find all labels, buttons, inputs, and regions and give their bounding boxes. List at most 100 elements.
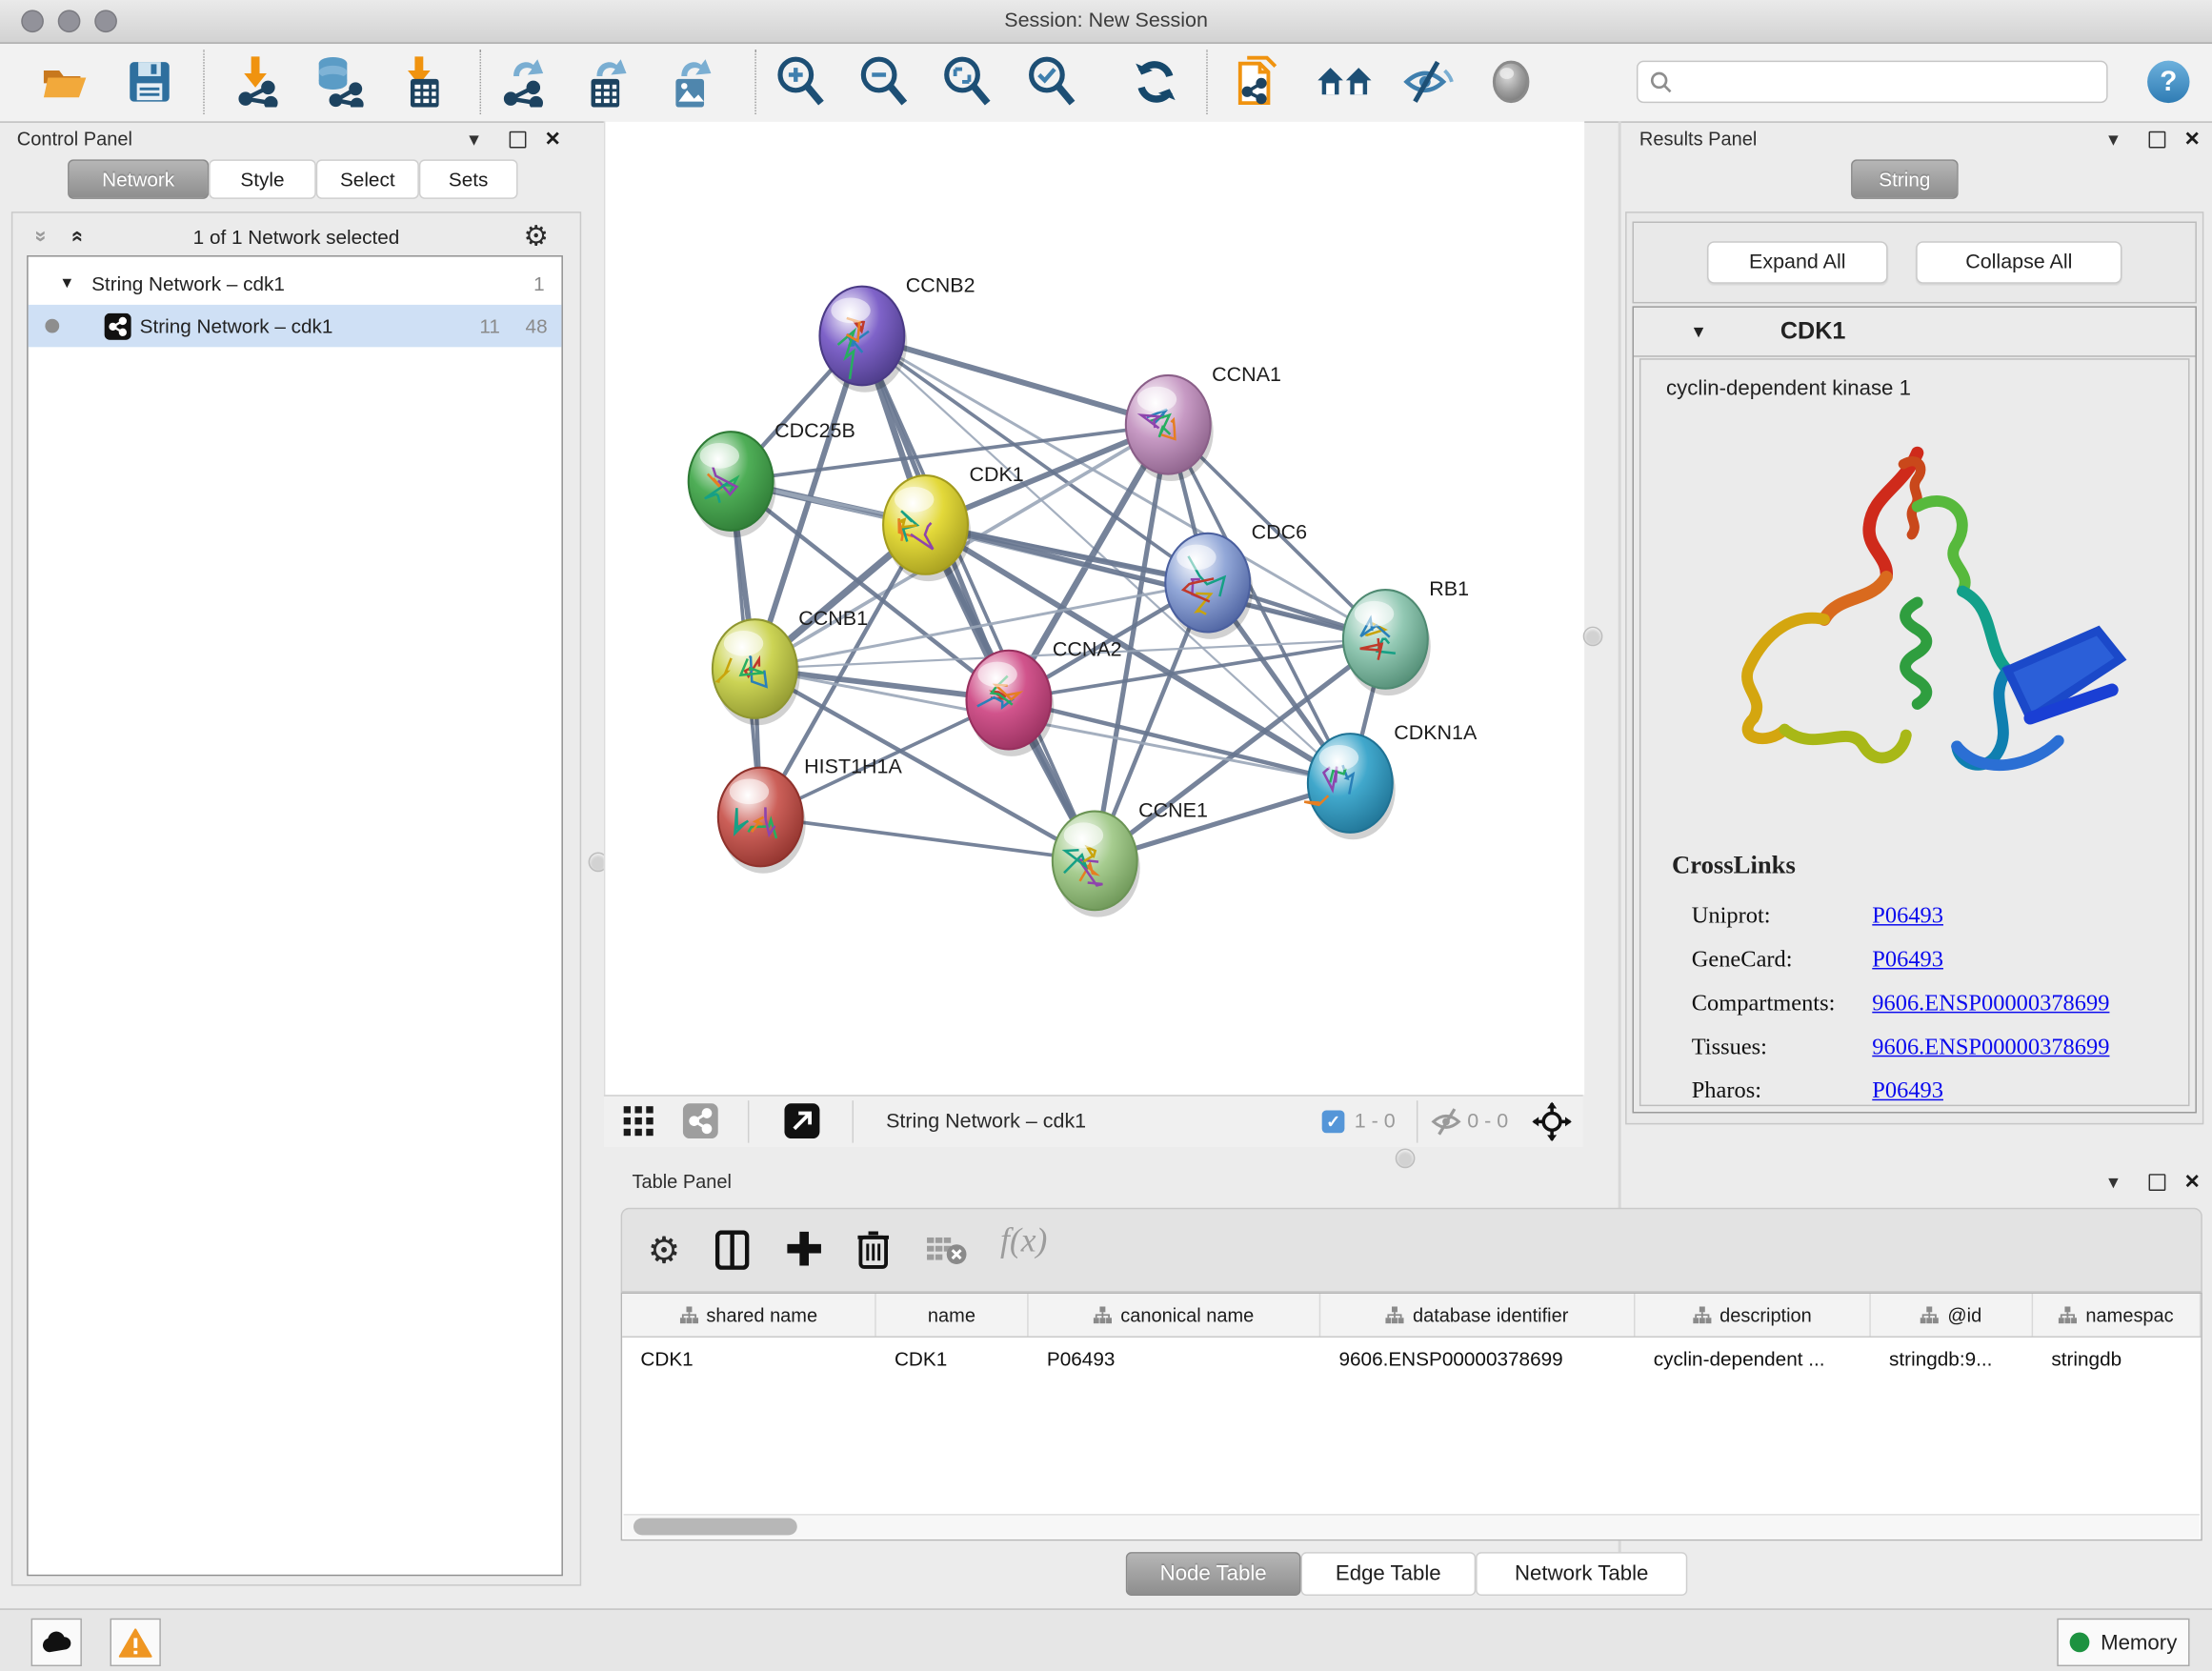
add-column-button[interactable] [786, 1230, 823, 1274]
selected-nodes-checkbox[interactable]: ✓ [1322, 1111, 1345, 1134]
network-view-toolbar: String Network – cdk1 ✓ 1 - 0 0 - 0 [604, 1095, 1583, 1147]
hide-selected-button[interactable] [1397, 50, 1458, 112]
results-panel-maximize-icon[interactable] [2149, 131, 2166, 149]
import-table-icon [399, 56, 447, 107]
gene-collapse-icon[interactable]: ▼ [1690, 322, 1707, 342]
node-label-CDK1: CDK1 [969, 463, 1023, 486]
tab-network-table[interactable]: Network Table [1476, 1552, 1687, 1596]
zoom-in-button[interactable] [769, 50, 831, 112]
node-CDKN1A[interactable]: CDKN1A [1304, 721, 1478, 839]
help-icon: ? [2160, 66, 2177, 98]
expand-all-button[interactable]: Expand All [1707, 241, 1888, 283]
right-splitter-handle[interactable] [1583, 627, 1603, 647]
clear-table-button[interactable] [927, 1238, 969, 1273]
zoom-out-button[interactable] [853, 50, 915, 112]
network-options-gear-icon[interactable]: ⚙ [523, 223, 549, 252]
memory-button[interactable]: Memory [2057, 1619, 2189, 1666]
refresh-icon [1132, 58, 1179, 106]
table-panel-float-icon[interactable]: ▼ [2105, 1173, 2122, 1193]
crosslink-link[interactable]: 9606.ENSP00000378699 [1872, 1032, 2109, 1060]
edge-CCNB2-CCNE1[interactable] [862, 335, 1095, 860]
tab-style[interactable]: Style [209, 159, 316, 198]
control-panel: Control Panel ▼ ✕ Network Style Select S… [0, 121, 590, 1594]
help-button[interactable]: ? [2147, 61, 2189, 103]
crosslink-link[interactable]: 9606.ENSP00000378699 [1872, 988, 2109, 1017]
column-header-namespac[interactable]: namespac [2033, 1294, 2201, 1336]
column-header-description[interactable]: description [1635, 1294, 1870, 1336]
show-columns-button[interactable] [715, 1230, 750, 1277]
hidden-items-indicator [1431, 1108, 1465, 1143]
gene-card-header[interactable]: ▼ CDK1 [1634, 308, 2195, 357]
import-table-button[interactable] [392, 50, 454, 112]
network-graph[interactable]: CCNB2CCNA1CDC25BCDK1CDC6RB1CCNB1CCNA2CDK… [605, 121, 1584, 1095]
home-networks-button[interactable] [1314, 50, 1376, 112]
column-header-shared-name[interactable]: shared name [622, 1294, 876, 1336]
cloud-status-button[interactable] [31, 1619, 82, 1666]
save-session-button[interactable] [118, 50, 180, 112]
edge-CCNB2-CCNA1[interactable] [862, 335, 1168, 424]
delete-column-button[interactable] [856, 1227, 891, 1277]
crosslink-link[interactable]: P06493 [1872, 1076, 1943, 1104]
share-document-button[interactable] [1229, 50, 1291, 112]
zoom-fit-button[interactable] [935, 50, 997, 112]
column-header-canonical-name[interactable]: canonical name [1029, 1294, 1321, 1336]
column-type-icon [679, 1306, 697, 1324]
tab-node-table[interactable]: Node Table [1126, 1552, 1301, 1596]
table-row[interactable]: CDK1CDK1P064939606.ENSP00000378699cyclin… [622, 1338, 2201, 1379]
column-header-@id[interactable]: @id [1871, 1294, 2033, 1336]
network-overview-toggle[interactable] [683, 1103, 718, 1145]
tab-select[interactable]: Select [316, 159, 419, 198]
tab-edge-table[interactable]: Edge Table [1300, 1552, 1476, 1596]
scrollbar-thumb[interactable] [633, 1519, 797, 1536]
crosslink-label: Uniprot: [1692, 901, 1873, 930]
search-input[interactable] [1637, 61, 2108, 103]
open-in-new-window-button[interactable] [784, 1103, 819, 1145]
network-collection-row[interactable]: ▼ String Network – cdk1 1 [29, 262, 562, 304]
control-panel-close-icon[interactable]: ✕ [545, 127, 561, 151]
node-CCNE1[interactable]: CCNE1 [1053, 798, 1208, 916]
collapse-all-button[interactable]: Collapse All [1916, 241, 2122, 283]
table-cell: stringdb [2033, 1338, 2201, 1379]
collection-expand-icon[interactable]: ▼ [59, 275, 74, 292]
table-horizontal-scrollbar[interactable] [624, 1514, 2200, 1538]
export-image-button[interactable] [660, 50, 722, 112]
crosslink-row: Uniprot:P06493 [1692, 893, 2172, 936]
table-panel-maximize-icon[interactable] [2149, 1174, 2166, 1191]
table-panel-close-icon[interactable]: ✕ [2184, 1170, 2201, 1194]
pan-mode-button[interactable] [1532, 1102, 1571, 1149]
results-panel-float-icon[interactable]: ▼ [2105, 130, 2122, 150]
results-panel-close-icon[interactable]: ✕ [2184, 127, 2201, 151]
network-row-selected[interactable]: String Network – cdk1 11 48 [29, 305, 562, 347]
control-panel-float-icon[interactable]: ▼ [466, 130, 483, 150]
open-session-button[interactable] [35, 50, 97, 112]
show-all-button[interactable] [1480, 50, 1542, 112]
houses-icon [1317, 61, 1373, 103]
node-label-CCNA1: CCNA1 [1212, 363, 1281, 386]
crosslink-link[interactable]: P06493 [1872, 901, 1943, 930]
node-CCNA1[interactable]: CCNA1 [1126, 363, 1281, 481]
column-header-name[interactable]: name [876, 1294, 1029, 1336]
table-options-gear-icon[interactable]: ⚙ [648, 1232, 681, 1269]
column-label: database identifier [1413, 1304, 1568, 1325]
tab-sets[interactable]: Sets [419, 159, 518, 198]
zoom-selected-button[interactable] [1020, 50, 1082, 112]
application-window: Session: New Session [0, 0, 2212, 1671]
tab-string[interactable]: String [1851, 159, 1959, 198]
refresh-view-button[interactable] [1124, 50, 1186, 112]
edge-HIST1H1A-CCNE1[interactable] [760, 816, 1095, 860]
export-network-button[interactable] [493, 50, 554, 112]
node-HIST1H1A[interactable]: HIST1H1A [718, 755, 903, 874]
node-CCNB2[interactable]: CCNB2 [819, 274, 975, 393]
function-builder-icon[interactable]: f(x) [1000, 1223, 1047, 1261]
network-view-canvas[interactable]: CCNB2CCNA1CDC25BCDK1CDC6RB1CCNB1CCNA2CDK… [604, 121, 1584, 1095]
node-RB1[interactable]: RB1 [1343, 577, 1469, 695]
export-table-button[interactable] [575, 50, 637, 112]
import-network-button[interactable] [227, 50, 289, 112]
column-header-database-identifier[interactable]: database identifier [1320, 1294, 1635, 1336]
crosslink-link[interactable]: P06493 [1872, 945, 1943, 974]
control-panel-maximize-icon[interactable] [510, 131, 527, 149]
birdseye-view-button[interactable] [624, 1106, 655, 1144]
warnings-button[interactable] [111, 1619, 161, 1666]
import-network-from-database-button[interactable] [308, 50, 370, 112]
tab-network[interactable]: Network [68, 159, 209, 198]
